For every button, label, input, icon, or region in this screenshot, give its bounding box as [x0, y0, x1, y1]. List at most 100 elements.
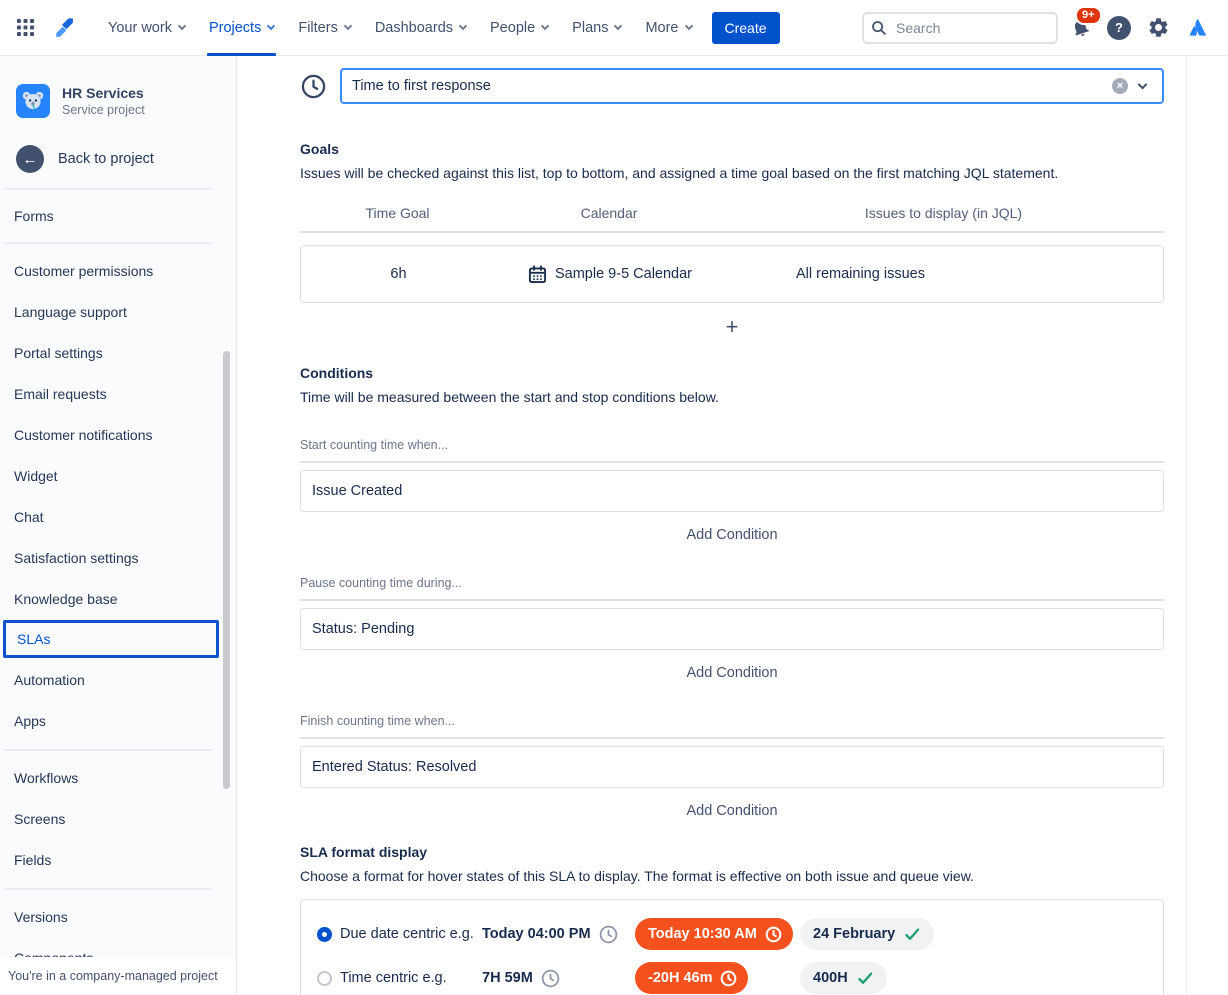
clear-icon[interactable]: × — [1112, 78, 1128, 94]
column-calendar: Calendar — [495, 205, 723, 221]
project-name: HR Services — [62, 85, 145, 101]
format-title: SLA format display — [300, 844, 1164, 860]
format-description: Choose a format for hover states of this… — [300, 868, 1164, 884]
sidebar-item-automation[interactable]: Automation — [0, 659, 236, 700]
atlassian-button[interactable] — [1180, 11, 1214, 45]
sidebar-divider — [4, 242, 212, 244]
start-condition-value[interactable]: Issue Created — [300, 470, 1164, 512]
sidebar-scrollbar[interactable] — [223, 351, 230, 789]
nav-item-dashboards[interactable]: Dashboards — [363, 0, 478, 56]
sidebar-item-satisfaction-settings[interactable]: Satisfaction settings — [0, 537, 236, 578]
search-icon — [871, 20, 887, 36]
radio-unselected-icon[interactable] — [317, 971, 332, 986]
checkmark-icon — [857, 970, 874, 987]
jira-logo-icon[interactable] — [51, 15, 76, 40]
chevron-down-icon — [178, 21, 186, 29]
sidebar-item-fields[interactable]: Fields — [0, 839, 236, 880]
pause-condition-label: Pause counting time during... — [300, 576, 1164, 590]
project-settings-sidebar: HR Services Service project ← Back to pr… — [0, 56, 237, 995]
clock-icon — [598, 924, 619, 945]
back-arrow-icon: ← — [16, 145, 44, 173]
sidebar-item-apps[interactable]: Apps — [0, 700, 236, 741]
sidebar-item-workflows[interactable]: Workflows — [0, 757, 236, 798]
conditions-description: Time will be measured between the start … — [300, 389, 1164, 405]
pause-condition-value[interactable]: Status: Pending — [300, 608, 1164, 650]
help-button[interactable]: ? — [1102, 11, 1136, 45]
sla-name-input[interactable] — [342, 78, 1112, 94]
clock-icon — [764, 925, 783, 944]
notifications-badge: 9+ — [1075, 6, 1102, 25]
goal-time: 6h — [301, 266, 496, 282]
sla-clock-icon — [300, 73, 327, 100]
chevron-down-icon — [614, 21, 622, 29]
global-search — [862, 12, 1058, 44]
divider — [300, 461, 1164, 463]
sidebar-item-chat[interactable]: Chat — [0, 496, 236, 537]
sla-name-select[interactable]: × — [340, 68, 1164, 104]
sidebar-item-screens[interactable]: Screens — [0, 798, 236, 839]
goals-table-header: Time Goal Calendar Issues to display (in… — [300, 205, 1164, 233]
met-sla-pill: 400H — [800, 962, 887, 994]
format-example-text: 7H 59M — [482, 970, 533, 986]
sidebar-item-widget[interactable]: Widget — [0, 455, 236, 496]
chevron-down-icon — [459, 21, 467, 29]
format-option-time-centric[interactable]: Time centric e.g. 7H 59M -20H 46m — [317, 960, 1147, 995]
add-finish-condition-button[interactable]: Add Condition — [300, 803, 1164, 819]
clock-icon — [540, 968, 561, 989]
conditions-title: Conditions — [300, 365, 1164, 381]
format-option-label: Time centric e.g. — [340, 970, 482, 986]
goal-calendar: Sample 9-5 Calendar — [555, 266, 692, 282]
sla-settings-panel: × Goals Issues will be checked against t… — [237, 56, 1228, 995]
nav-item-more[interactable]: More — [633, 0, 703, 56]
project-avatar — [16, 84, 50, 118]
create-button[interactable]: Create — [712, 12, 780, 44]
app-switcher-icon[interactable] — [16, 18, 35, 37]
chevron-down-icon — [541, 21, 549, 29]
divider — [300, 737, 1164, 739]
goals-description: Issues will be checked against this list… — [300, 165, 1164, 181]
nav-item-projects[interactable]: Projects — [197, 0, 286, 56]
sidebar-item-portal-settings[interactable]: Portal settings — [0, 332, 236, 373]
overdue-sla-pill: Today 10:30 AM — [635, 918, 793, 950]
format-example-text: Today 04:00 PM — [482, 926, 591, 942]
nav-item-plans[interactable]: Plans — [560, 0, 633, 56]
add-goal-button[interactable]: + — [300, 315, 1164, 339]
column-time-goal: Time Goal — [300, 205, 495, 221]
help-icon: ? — [1107, 16, 1131, 40]
nav-item-your-work[interactable]: Your work — [96, 0, 197, 56]
chevron-down-icon — [684, 21, 692, 29]
sidebar-item-customer-permissions[interactable]: Customer permissions — [0, 250, 236, 291]
search-input[interactable] — [862, 12, 1058, 44]
finish-condition-label: Finish counting time when... — [300, 714, 1164, 728]
finish-condition-value[interactable]: Entered Status: Resolved — [300, 746, 1164, 788]
radio-selected-icon[interactable] — [317, 927, 332, 942]
format-option-due-date[interactable]: Due date centric e.g. Today 04:00 PM Tod… — [317, 916, 1147, 952]
goals-title: Goals — [300, 141, 1164, 157]
sidebar-item-knowledge-base[interactable]: Knowledge base — [0, 578, 236, 619]
notifications-button[interactable]: 9+ — [1063, 11, 1097, 45]
gear-icon — [1147, 16, 1170, 39]
settings-button[interactable] — [1141, 11, 1175, 45]
checkmark-icon — [904, 926, 921, 943]
calendar-icon — [528, 265, 547, 284]
add-start-condition-button[interactable]: Add Condition — [300, 527, 1164, 543]
nav-item-people[interactable]: People — [478, 0, 560, 56]
sidebar-item-versions[interactable]: Versions — [0, 896, 236, 937]
sidebar-item-language-support[interactable]: Language support — [0, 291, 236, 332]
sidebar-divider — [4, 888, 212, 890]
content-scrollbar-track[interactable] — [1186, 56, 1187, 995]
nav-item-filters[interactable]: Filters — [286, 0, 362, 56]
chevron-down-icon[interactable] — [1138, 80, 1148, 90]
sidebar-item-slas[interactable]: SLAs — [3, 620, 219, 658]
project-header: HR Services Service project — [0, 84, 236, 118]
sidebar-item-email-requests[interactable]: Email requests — [0, 373, 236, 414]
add-pause-condition-button[interactable]: Add Condition — [300, 665, 1164, 681]
back-to-project[interactable]: ← Back to project — [0, 145, 236, 173]
sidebar-item-customer-notifications[interactable]: Customer notifications — [0, 414, 236, 455]
chevron-down-icon — [344, 21, 352, 29]
sidebar-item-forms[interactable]: Forms — [0, 190, 236, 242]
column-jql: Issues to display (in JQL) — [723, 205, 1164, 221]
sidebar-divider — [4, 749, 212, 751]
met-sla-pill: 24 February — [800, 918, 934, 950]
goal-row[interactable]: 6h Sample 9-5 Calendar All remaining iss… — [300, 245, 1164, 303]
